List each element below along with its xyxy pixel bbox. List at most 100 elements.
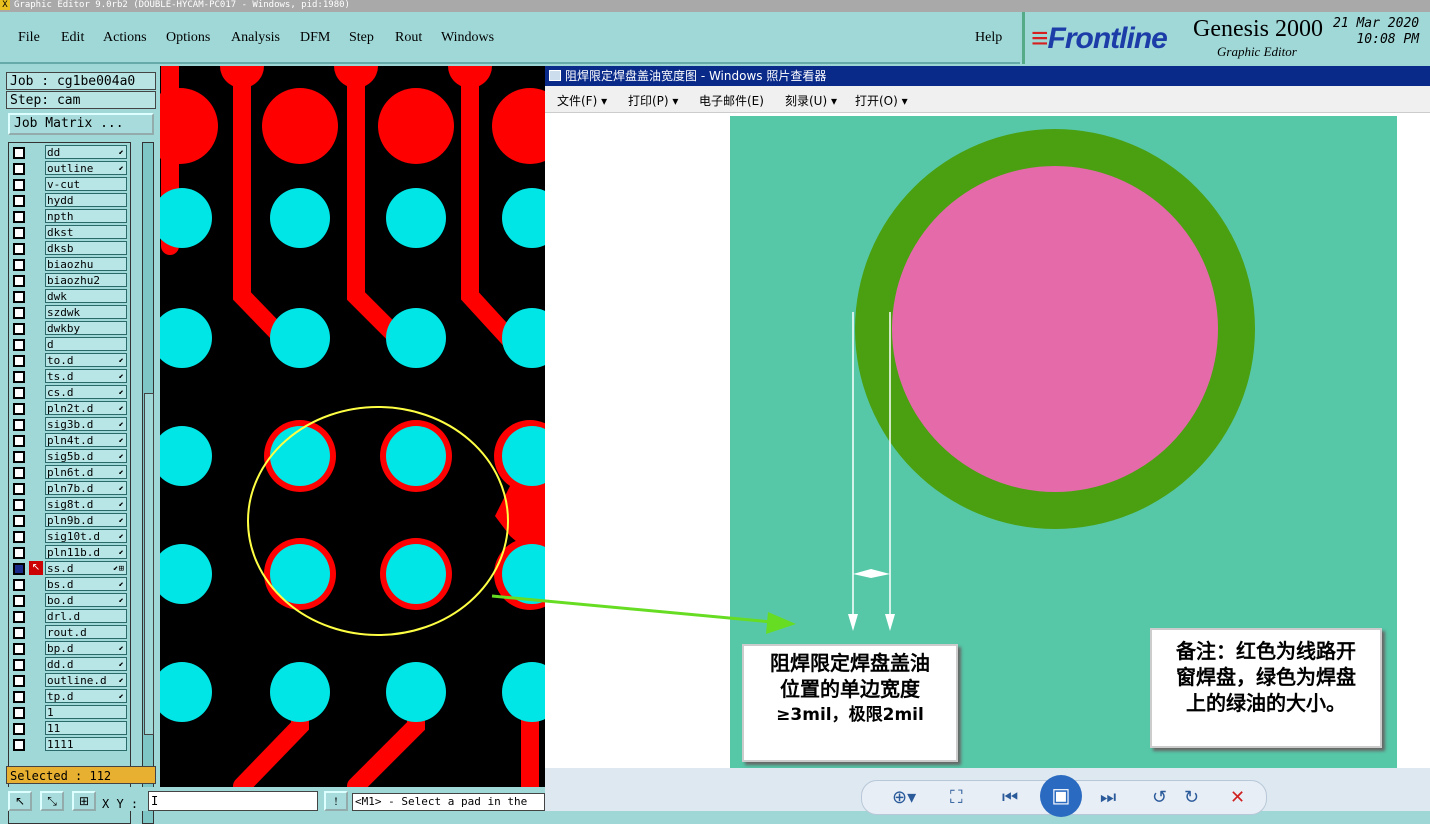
layer-checkbox[interactable] [13, 659, 25, 671]
layer-row[interactable]: pln6t.d ⬋ [9, 465, 130, 481]
layer-checkbox[interactable] [13, 419, 25, 431]
menu-windows[interactable]: Windows [441, 30, 494, 46]
layer-row[interactable]: tp.d ⬋ [9, 689, 130, 705]
layer-row[interactable]: dwkby [9, 321, 130, 337]
layer-checkbox[interactable] [13, 371, 25, 383]
layer-checkbox[interactable] [13, 707, 25, 719]
layer-checkbox[interactable] [13, 531, 25, 543]
layer-row[interactable]: biaozhu [9, 257, 130, 273]
layer-name[interactable]: dwkby [45, 321, 127, 335]
layer-name[interactable]: biaozhu2 [45, 273, 127, 287]
layer-row[interactable]: biaozhu2 [9, 273, 130, 289]
layer-row[interactable]: drl.d [9, 609, 130, 625]
fit-icon[interactable]: ⛶ [950, 787, 963, 808]
layer-checkbox[interactable] [13, 163, 25, 175]
layer-name[interactable]: ss.d ⬋⊞ [45, 561, 127, 575]
layer-checkbox[interactable] [13, 739, 25, 751]
menu-edit[interactable]: Edit [61, 30, 84, 46]
layer-name[interactable]: pln6t.d ⬋ [45, 465, 127, 479]
viewer-menu-email[interactable]: 电子邮件(E) [699, 92, 764, 109]
layer-checkbox[interactable] [13, 643, 25, 655]
layer-name[interactable]: outline ⬋ [45, 161, 127, 175]
layer-name[interactable]: tp.d ⬋ [45, 689, 127, 703]
layer-name[interactable]: pln4t.d ⬋ [45, 433, 127, 447]
layer-row[interactable]: cs.d ⬋ [9, 385, 130, 401]
layer-row[interactable]: outline ⬋ [9, 161, 130, 177]
layer-row[interactable]: sig5b.d ⬋ [9, 449, 130, 465]
layer-row[interactable]: dd ⬋ [9, 145, 130, 161]
layer-checkbox[interactable] [13, 339, 25, 351]
layer-name[interactable]: pln9b.d ⬋ [45, 513, 127, 527]
layer-row[interactable]: bo.d ⬋ [9, 593, 130, 609]
layer-row[interactable]: npth [9, 209, 130, 225]
layer-name[interactable]: dksb [45, 241, 127, 255]
layer-name[interactable]: v-cut [45, 177, 127, 191]
layer-row[interactable]: bp.d ⬋ [9, 641, 130, 657]
layer-checkbox[interactable] [13, 259, 25, 271]
layer-checkbox[interactable] [13, 243, 25, 255]
layer-name[interactable]: sig8t.d ⬋ [45, 497, 127, 511]
layer-checkbox[interactable] [13, 307, 25, 319]
layer-checkbox[interactable] [13, 547, 25, 559]
menu-rout[interactable]: Rout [395, 30, 422, 46]
layer-name[interactable]: pln2t.d ⬋ [45, 401, 127, 415]
layer-checkbox[interactable] [13, 211, 25, 223]
layer-checkbox[interactable] [13, 611, 25, 623]
rotate-ccw-icon[interactable]: ↺ [1152, 787, 1167, 808]
layer-name[interactable]: sig5b.d ⬋ [45, 449, 127, 463]
layer-checkbox[interactable] [13, 147, 25, 159]
layer-name[interactable]: dd ⬋ [45, 145, 127, 159]
layer-row[interactable]: sig3b.d ⬋ [9, 417, 130, 433]
layer-name[interactable]: cs.d ⬋ [45, 385, 127, 399]
layer-checkbox[interactable] [13, 499, 25, 511]
zoom-icon[interactable]: ⊕▾ [892, 787, 916, 808]
delete-icon[interactable]: ✕ [1230, 787, 1245, 808]
layer-row[interactable]: dksb [9, 241, 130, 257]
info-icon[interactable]: ! [324, 791, 348, 811]
viewer-menu-burn[interactable]: 刻录(U) ▾ [785, 92, 837, 109]
layer-name[interactable]: bs.d ⬋ [45, 577, 127, 591]
layer-row[interactable]: dd.d ⬋ [9, 657, 130, 673]
layer-name[interactable]: hydd [45, 193, 127, 207]
layer-name[interactable]: to.d ⬋ [45, 353, 127, 367]
layer-row[interactable]: outline.d ⬋ [9, 673, 130, 689]
layer-checkbox[interactable] [13, 691, 25, 703]
layer-name[interactable]: dkst [45, 225, 127, 239]
layer-checkbox[interactable] [13, 451, 25, 463]
layer-checkbox[interactable] [13, 355, 25, 367]
layer-name[interactable]: 1111 [45, 737, 127, 751]
layer-row[interactable]: 11 [9, 721, 130, 737]
layer-row[interactable]: dkst [9, 225, 130, 241]
layer-name[interactable]: sig10t.d ⬋ [45, 529, 127, 543]
layer-name[interactable]: 11 [45, 721, 127, 735]
layer-checkbox[interactable] [13, 675, 25, 687]
layer-row[interactable]: ts.d ⬋ [9, 369, 130, 385]
layer-row[interactable]: 1 [9, 705, 130, 721]
layer-checkbox[interactable] [13, 483, 25, 495]
layer-row[interactable]: pln2t.d ⬋ [9, 401, 130, 417]
xy-input[interactable]: I [148, 791, 318, 811]
layer-name[interactable]: dwk [45, 289, 127, 303]
pcb-canvas[interactable] [160, 66, 545, 787]
layer-checkbox[interactable] [13, 435, 25, 447]
layer-row[interactable]: sig10t.d ⬋ [9, 529, 130, 545]
layer-checkbox[interactable] [13, 291, 25, 303]
grid-icon[interactable]: ⊞ [72, 791, 96, 811]
layer-checkbox[interactable] [13, 275, 25, 287]
layer-row[interactable]: bs.d ⬋ [9, 577, 130, 593]
layer-checkbox[interactable] [13, 627, 25, 639]
layer-checkbox[interactable] [13, 387, 25, 399]
layer-name[interactable]: szdwk [45, 305, 127, 319]
layer-name[interactable]: drl.d [45, 609, 127, 623]
layer-row[interactable]: dwk [9, 289, 130, 305]
layer-name[interactable]: bo.d ⬋ [45, 593, 127, 607]
layer-name[interactable]: npth [45, 209, 127, 223]
pointer-icon[interactable]: ↖ [8, 791, 32, 811]
layer-row[interactable]: pln7b.d ⬋ [9, 481, 130, 497]
layer-row[interactable]: szdwk [9, 305, 130, 321]
layer-name[interactable]: bp.d ⬋ [45, 641, 127, 655]
layer-checkbox[interactable] [13, 179, 25, 191]
layer-row[interactable]: 1111 [9, 737, 130, 753]
previous-icon[interactable]: ⏮ [1002, 787, 1018, 808]
menu-step[interactable]: Step [349, 30, 374, 46]
